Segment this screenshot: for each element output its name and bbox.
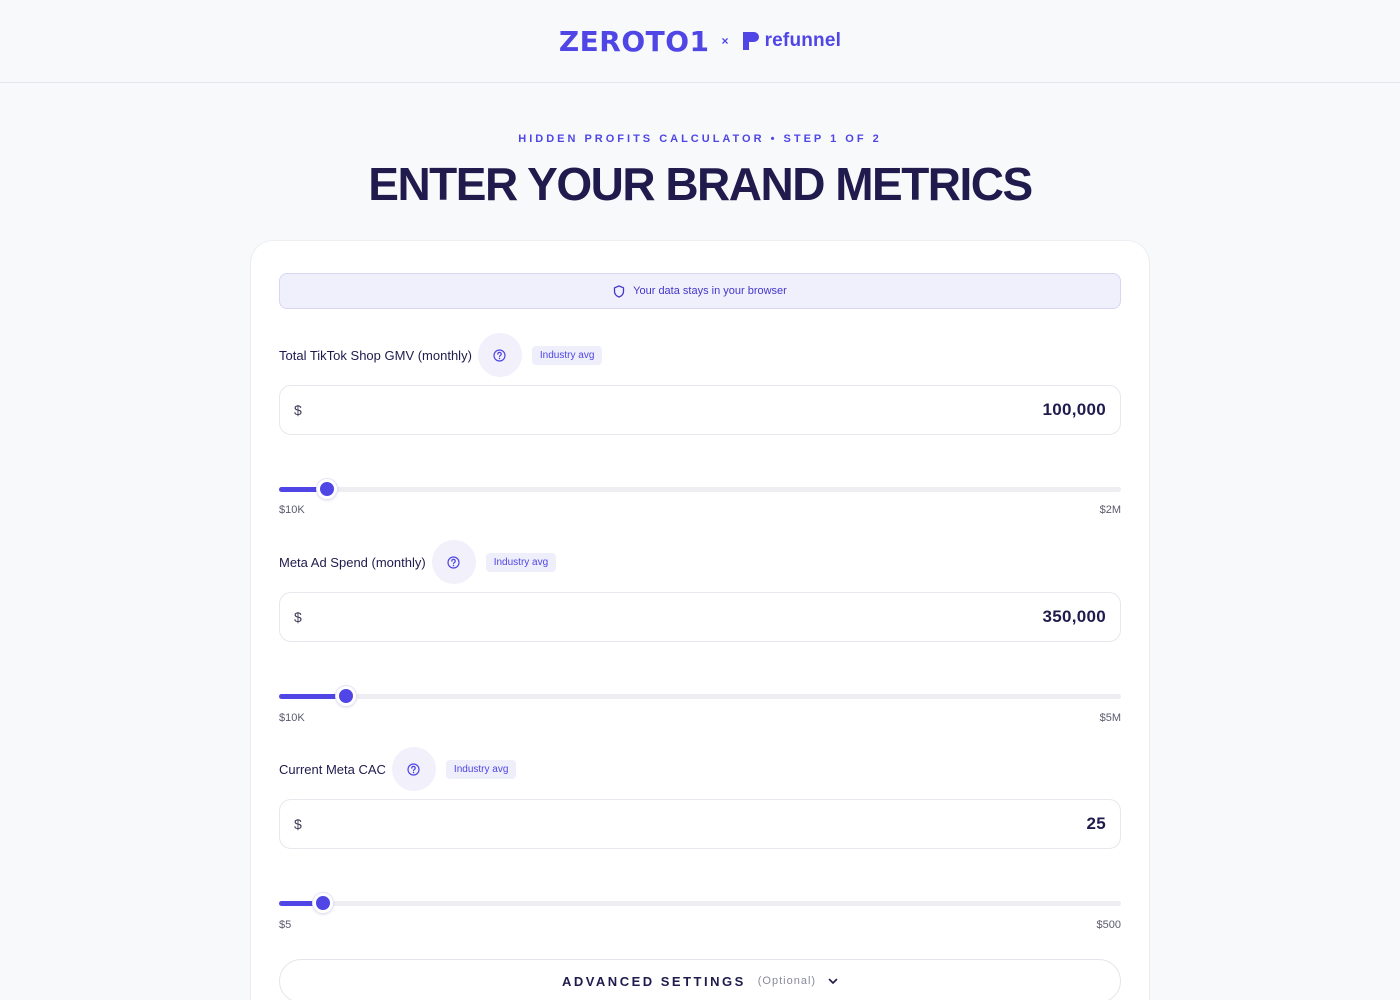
slider-track [279, 901, 1121, 906]
cac-slider[interactable] [279, 892, 1121, 914]
zeroto1-logo: ZEROTO1 [558, 24, 710, 58]
currency-symbol: $ [294, 609, 302, 625]
ad-spend-input[interactable]: $ 350,000 [279, 592, 1121, 642]
field-label-row-gmv: Total TikTok Shop GMV (monthly) Industry… [279, 333, 603, 377]
industry-avg-badge[interactable]: Industry avg [531, 345, 603, 365]
range-min: $5 [279, 919, 292, 931]
field-label: Current Meta CAC [279, 761, 386, 777]
gmv-value[interactable]: 100,000 [1042, 400, 1106, 420]
gmv-slider[interactable] [279, 478, 1121, 500]
help-circle-icon[interactable] [431, 540, 476, 584]
currency-symbol: $ [294, 402, 302, 418]
slider-track [279, 694, 1121, 699]
slider-thumb[interactable] [317, 479, 337, 499]
currency-symbol: $ [294, 816, 302, 832]
refunnel-logo: refunnel [741, 30, 842, 52]
range-min: $10K [279, 504, 305, 516]
refunnel-wordmark: refunnel [764, 30, 842, 51]
shield-icon [613, 284, 625, 298]
field-label-row-cac: Current Meta CAC Industry avg [279, 747, 517, 791]
industry-avg-badge[interactable]: Industry avg [445, 759, 517, 779]
help-circle-icon[interactable] [477, 333, 522, 377]
field-label: Total TikTok Shop GMV (monthly) [279, 347, 472, 363]
privacy-notice: Your data stays in your browser [279, 273, 1121, 309]
field-label: Meta Ad Spend (monthly) [279, 554, 426, 570]
chevron-down-icon [828, 972, 838, 990]
gmv-input[interactable]: $ 100,000 [279, 385, 1121, 435]
range-min: $10K [279, 712, 305, 724]
advanced-settings-label: ADVANCED SETTINGS [561, 973, 746, 989]
brand-separator: × [721, 34, 729, 48]
gmv-range-labels: $10K $2M [279, 504, 1121, 516]
advanced-optional-label: (Optional) [757, 975, 817, 987]
slider-track [279, 487, 1121, 492]
field-label-row-ad-spend: Meta Ad Spend (monthly) Industry avg [279, 540, 557, 584]
cac-input[interactable]: $ 25 [279, 799, 1121, 849]
ad-spend-range-labels: $10K $5M [279, 712, 1121, 724]
ad-spend-value[interactable]: 350,000 [1042, 607, 1106, 627]
metrics-card: Your data stays in your browser Total Ti… [251, 241, 1149, 1000]
page-title: ENTER YOUR BRAND METRICS [368, 158, 1033, 210]
ad-spend-slider[interactable] [279, 685, 1121, 707]
range-max: $5M [1099, 712, 1121, 724]
cac-range-labels: $5 $500 [279, 919, 1121, 931]
cac-value[interactable]: 25 [1086, 814, 1106, 834]
refunnel-logo-icon [741, 30, 761, 52]
slider-thumb[interactable] [313, 893, 333, 913]
range-max: $2M [1099, 504, 1121, 516]
advanced-settings-toggle[interactable]: ADVANCED SETTINGS (Optional) [279, 959, 1121, 1000]
range-max: $500 [1096, 919, 1121, 931]
help-circle-icon[interactable] [391, 747, 436, 791]
top-bar: ZEROTO1 × refunnel [0, 0, 1400, 83]
slider-thumb[interactable] [336, 686, 356, 706]
privacy-text: Your data stays in your browser [633, 285, 787, 297]
brand-lockup[interactable]: ZEROTO1 × refunnel [559, 25, 841, 58]
step-eyebrow: HIDDEN PROFITS CALCULATOR • STEP 1 OF 2 [518, 133, 882, 145]
industry-avg-badge[interactable]: Industry avg [485, 552, 557, 572]
